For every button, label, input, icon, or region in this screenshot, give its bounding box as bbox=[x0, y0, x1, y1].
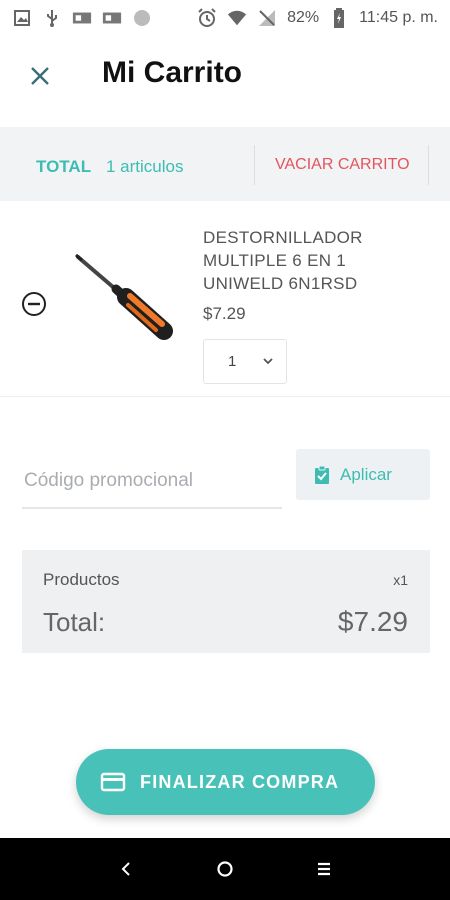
checkout-button[interactable]: FINALIZAR COMPRA bbox=[76, 749, 375, 815]
battery-icon bbox=[329, 8, 349, 28]
app-header: Mi Carrito bbox=[0, 36, 450, 126]
total-amount: $7.29 bbox=[337, 606, 408, 637]
recents-button[interactable] bbox=[312, 858, 336, 880]
divider bbox=[254, 145, 255, 185]
item-count: 1 articulos bbox=[106, 157, 184, 176]
apply-label: Aplicar bbox=[340, 464, 392, 484]
system-nav-bar bbox=[0, 838, 450, 900]
menu-icon bbox=[318, 862, 330, 876]
home-icon bbox=[217, 861, 233, 877]
no-signal-icon bbox=[257, 9, 277, 27]
credit-card-icon bbox=[100, 772, 126, 792]
order-totals: Productos x1 Total: $7.29 bbox=[22, 550, 430, 653]
total-text: Total: bbox=[43, 607, 106, 637]
products-label: Productos bbox=[43, 570, 120, 589]
product-name: DESTORNILLADOR MULTIPLE 6 EN 1 UNIWELD 6… bbox=[203, 228, 363, 293]
page-title: Mi Carrito bbox=[102, 56, 243, 89]
products-count: x1 bbox=[393, 572, 408, 588]
close-icon bbox=[31, 67, 49, 85]
wifi-icon bbox=[227, 9, 247, 27]
apply-promo-button[interactable]: Aplicar bbox=[296, 449, 430, 500]
debug-icon bbox=[72, 9, 92, 27]
close-button[interactable] bbox=[26, 62, 54, 90]
status-bar: 82% 11:45 p. m. bbox=[0, 0, 450, 36]
quantity-value: 1 bbox=[228, 353, 237, 370]
status-right-icons: 82% 11:45 p. m. bbox=[197, 8, 438, 28]
cart-summary-bar: TOTAL 1 articulos VACIAR CARRITO bbox=[0, 127, 450, 201]
back-button[interactable] bbox=[114, 858, 138, 880]
promo-code-input[interactable] bbox=[22, 455, 282, 509]
divider bbox=[428, 145, 429, 185]
cart-item: DESTORNILLADOR MULTIPLE 6 EN 1 UNIWELD 6… bbox=[0, 201, 450, 397]
circle-icon bbox=[132, 9, 152, 27]
product-image bbox=[72, 247, 176, 343]
remove-item-button[interactable] bbox=[21, 291, 47, 317]
clipboard-check-icon bbox=[315, 465, 329, 484]
home-button[interactable] bbox=[213, 858, 237, 880]
usb-icon bbox=[42, 9, 62, 27]
quantity-select[interactable]: 1 bbox=[203, 339, 287, 384]
total-label: TOTAL bbox=[36, 157, 92, 176]
product-price: $7.29 bbox=[203, 304, 246, 323]
alarm-icon bbox=[197, 8, 217, 27]
clock: 11:45 p. m. bbox=[359, 9, 438, 26]
checkout-label: FINALIZAR COMPRA bbox=[140, 771, 340, 792]
minus-circle-icon bbox=[22, 292, 46, 316]
battery-percent: 82% bbox=[287, 9, 320, 26]
status-left-icons bbox=[12, 9, 152, 27]
empty-cart-button[interactable]: VACIAR CARRITO bbox=[275, 156, 410, 174]
debug-icon bbox=[102, 9, 122, 27]
image-icon bbox=[12, 9, 32, 27]
back-icon bbox=[121, 862, 130, 876]
chevron-down-icon bbox=[263, 358, 273, 365]
